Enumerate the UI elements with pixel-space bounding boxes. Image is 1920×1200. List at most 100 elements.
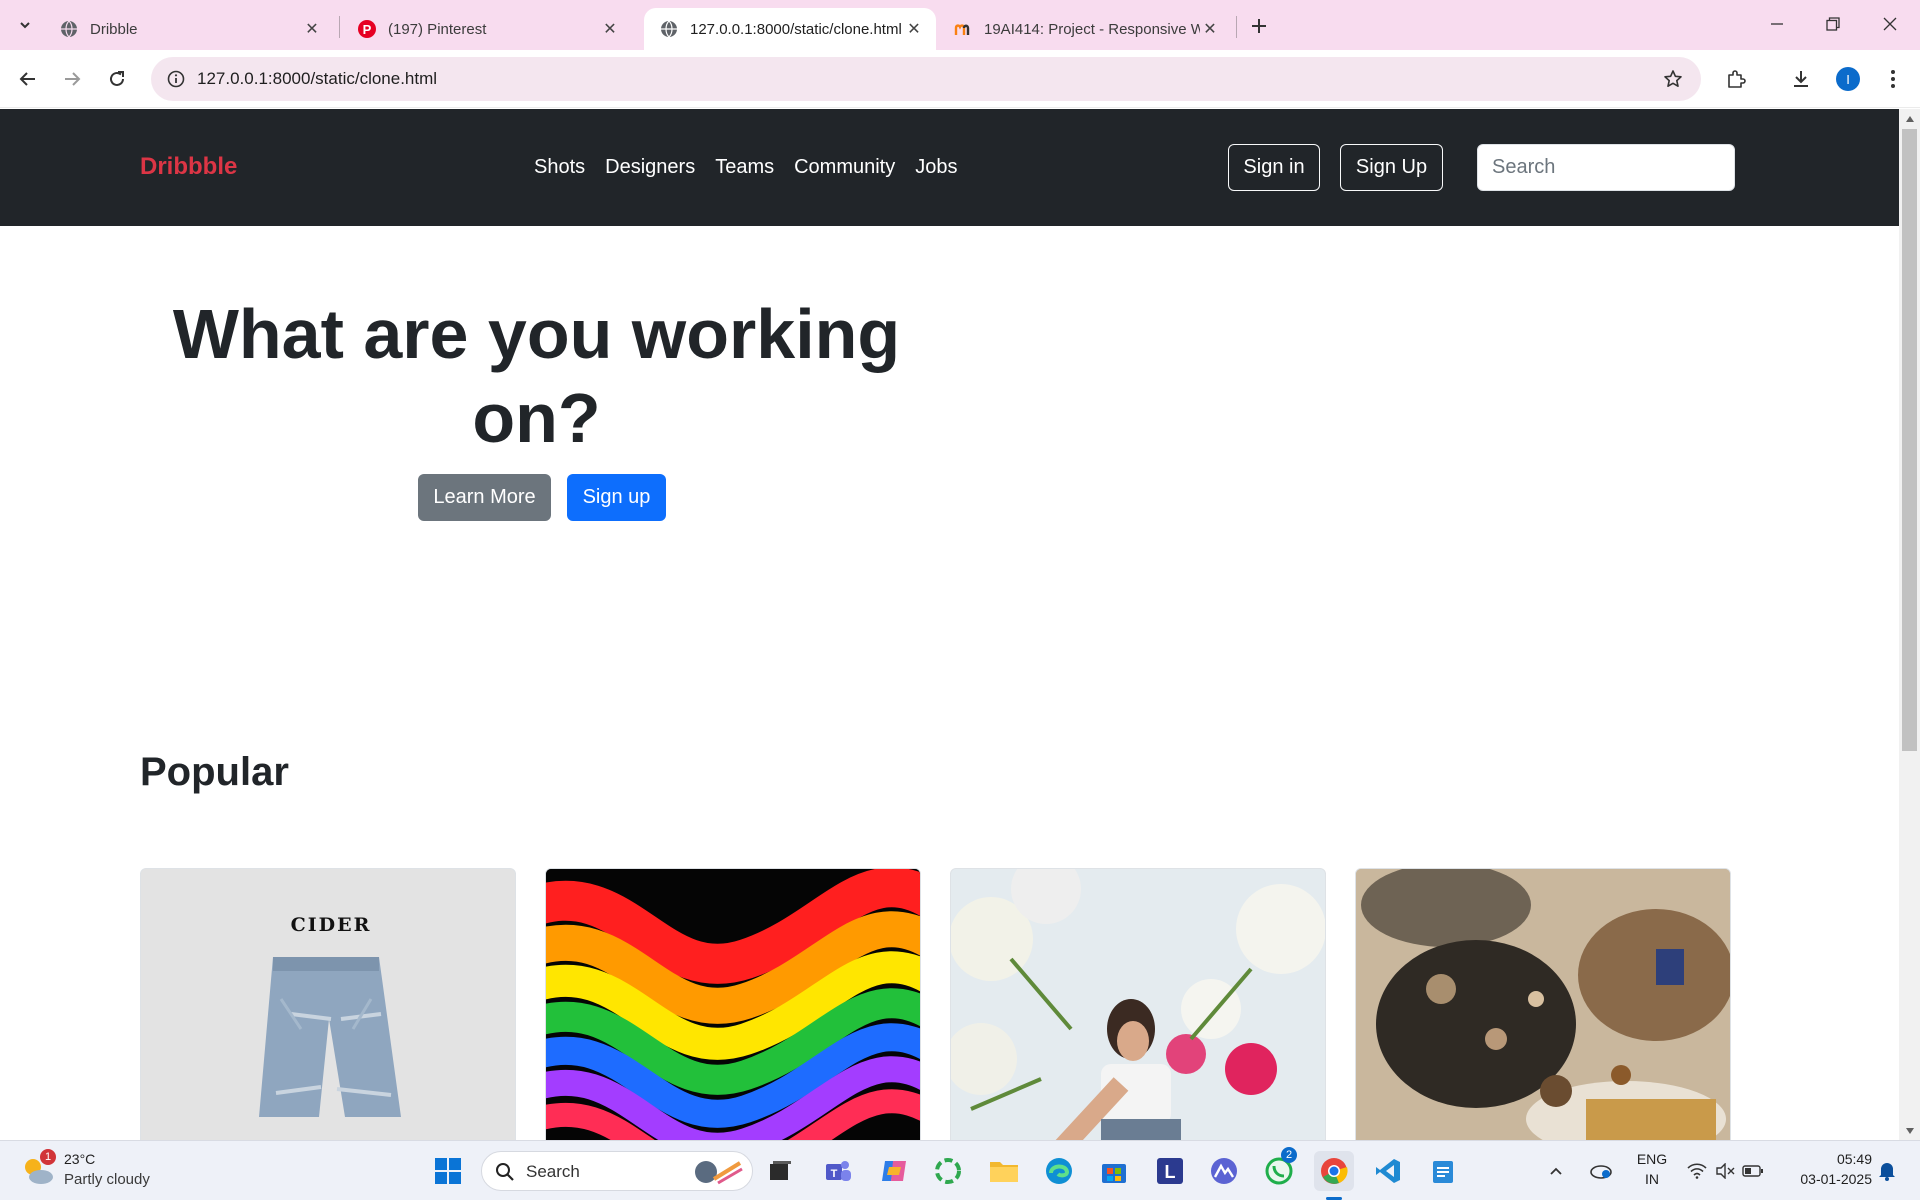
chrome-app-active[interactable]: [1314, 1151, 1354, 1191]
brand-logo[interactable]: Dribbble: [140, 153, 237, 181]
folder-icon: [990, 1162, 1018, 1182]
volume-tray[interactable]: [1712, 1151, 1738, 1191]
letter-l-icon: L: [1157, 1158, 1183, 1184]
triangle-up-icon: [1905, 115, 1914, 122]
search-icon: [496, 1163, 514, 1181]
tab-title: (197) Pinterest: [388, 20, 487, 38]
copilot-app[interactable]: [874, 1151, 914, 1191]
language-indicator[interactable]: ENG: [1632, 1151, 1672, 1167]
refresh-app[interactable]: [928, 1151, 968, 1191]
info-icon: [167, 70, 185, 88]
region-indicator[interactable]: IN: [1632, 1171, 1672, 1187]
mountain-app[interactable]: [1204, 1151, 1244, 1191]
chrome-icon: [1321, 1158, 1348, 1184]
search-input[interactable]: [1478, 145, 1734, 190]
extensions-button[interactable]: [1720, 63, 1752, 95]
site-info-button[interactable]: [161, 64, 191, 94]
globe-icon: [661, 20, 677, 38]
weather-badge: 1: [40, 1149, 56, 1165]
nav-designers[interactable]: Designers: [605, 156, 695, 179]
nav-links: Shots Designers Teams Community Jobs: [534, 156, 958, 179]
store-icon: [1102, 1164, 1126, 1183]
bookmark-button[interactable]: [1659, 65, 1687, 93]
windows-logo-icon: [435, 1158, 461, 1184]
globe-icon: [61, 20, 77, 38]
pinterest-icon: P: [358, 20, 376, 38]
nav-community[interactable]: Community: [794, 156, 895, 179]
close-tab-icon[interactable]: ✕: [600, 19, 620, 39]
tab-strip: Dribble ✕ P (197) Pinterest ✕ 127.0.0.1:…: [0, 0, 1920, 50]
url-text: 127.0.0.1:8000/static/clone.html: [197, 69, 438, 88]
edge-icon: [1046, 1158, 1072, 1184]
scrollbar-thumb[interactable]: [1902, 129, 1917, 751]
address-bar[interactable]: 127.0.0.1:8000/static/clone.html: [151, 57, 1701, 101]
scroll-down-arrow[interactable]: [1904, 1125, 1915, 1136]
profile-avatar[interactable]: I: [1836, 67, 1860, 91]
moodle-icon: [954, 24, 970, 35]
l-app[interactable]: L: [1150, 1151, 1190, 1191]
tab-19ai414-project[interactable]: 19AI414: Project - Responsive W ✕: [938, 8, 1232, 50]
back-button[interactable]: [12, 63, 44, 95]
restore-button[interactable]: [1813, 8, 1853, 40]
scroll-up-arrow[interactable]: [1904, 113, 1915, 124]
sign-in-button[interactable]: Sign in: [1228, 144, 1320, 191]
page-scrollbar[interactable]: [1899, 109, 1920, 1140]
forward-button[interactable]: [56, 63, 88, 95]
volume-muted-icon: [1716, 1163, 1735, 1179]
show-hidden-icons-button[interactable]: [1542, 1151, 1570, 1191]
vscode-icon: [1376, 1159, 1400, 1183]
reload-icon: [110, 71, 124, 86]
tab-pinterest[interactable]: P (197) Pinterest ✕: [342, 8, 632, 50]
tab-clone-active[interactable]: 127.0.0.1:8000/static/clone.html ✕: [644, 8, 936, 50]
popular-heading: Popular: [140, 750, 289, 794]
clock-date[interactable]: 03-01-2025: [1782, 1171, 1872, 1187]
close-tab-icon[interactable]: ✕: [302, 19, 322, 39]
tab-search-menu-button[interactable]: [10, 10, 40, 40]
close-window-button[interactable]: [1870, 8, 1910, 40]
close-tab-icon[interactable]: ✕: [1200, 19, 1220, 39]
svg-text:T: T: [831, 1168, 838, 1180]
weather-description: Partly cloudy: [64, 1171, 150, 1188]
more-vert-icon: [1891, 70, 1895, 88]
page-viewport: Dribbble Shots Designers Teams Community…: [0, 109, 1899, 1140]
hero-sign-up-button[interactable]: Sign up: [567, 474, 666, 521]
learn-more-button[interactable]: Learn More: [418, 474, 551, 521]
teams-app[interactable]: T: [818, 1151, 858, 1191]
notifications-button[interactable]: [1874, 1151, 1900, 1191]
copilot-icon: [882, 1161, 906, 1181]
reload-button[interactable]: [101, 63, 133, 95]
task-view-app[interactable]: [760, 1151, 800, 1191]
taskbar-search-label: Search: [526, 1162, 580, 1181]
onedrive-tray[interactable]: [1586, 1151, 1616, 1191]
vscode-app[interactable]: [1368, 1151, 1408, 1191]
wifi-tray[interactable]: [1684, 1151, 1710, 1191]
notepad-app[interactable]: [1423, 1151, 1463, 1191]
taskbar-search[interactable]: Search: [481, 1151, 753, 1191]
popular-card-jeans[interactable]: CIDER: [140, 868, 516, 1140]
nav-jobs[interactable]: Jobs: [915, 156, 957, 179]
popular-card-flowers[interactable]: [950, 868, 1326, 1140]
clock-time[interactable]: 05:49: [1782, 1151, 1872, 1167]
flowers-photo-image: [951, 869, 1325, 1140]
downloads-button[interactable]: [1785, 63, 1817, 95]
start-button[interactable]: [428, 1151, 468, 1191]
new-tab-button[interactable]: [1245, 12, 1273, 40]
teams-icon: T: [826, 1161, 851, 1181]
minimize-button[interactable]: [1757, 8, 1797, 40]
chrome-menu-button[interactable]: [1877, 63, 1909, 95]
store-app[interactable]: [1094, 1151, 1134, 1191]
mountain-logo-icon: [1211, 1158, 1237, 1184]
close-tab-icon[interactable]: ✕: [904, 19, 924, 39]
svg-text:P: P: [363, 22, 372, 37]
popular-card-rainbow[interactable]: [545, 868, 921, 1140]
popular-card-interior[interactable]: [1355, 868, 1731, 1140]
nav-shots[interactable]: Shots: [534, 156, 585, 179]
chevron-down-icon: [20, 22, 30, 29]
hero-title: What are you working on?: [172, 295, 901, 457]
tab-dribble[interactable]: Dribble ✕: [44, 8, 334, 50]
nav-teams[interactable]: Teams: [715, 156, 774, 179]
edge-app[interactable]: [1039, 1151, 1079, 1191]
file-explorer-app[interactable]: [984, 1151, 1024, 1191]
battery-tray[interactable]: [1740, 1151, 1766, 1191]
sign-up-nav-button[interactable]: Sign Up: [1340, 144, 1443, 191]
